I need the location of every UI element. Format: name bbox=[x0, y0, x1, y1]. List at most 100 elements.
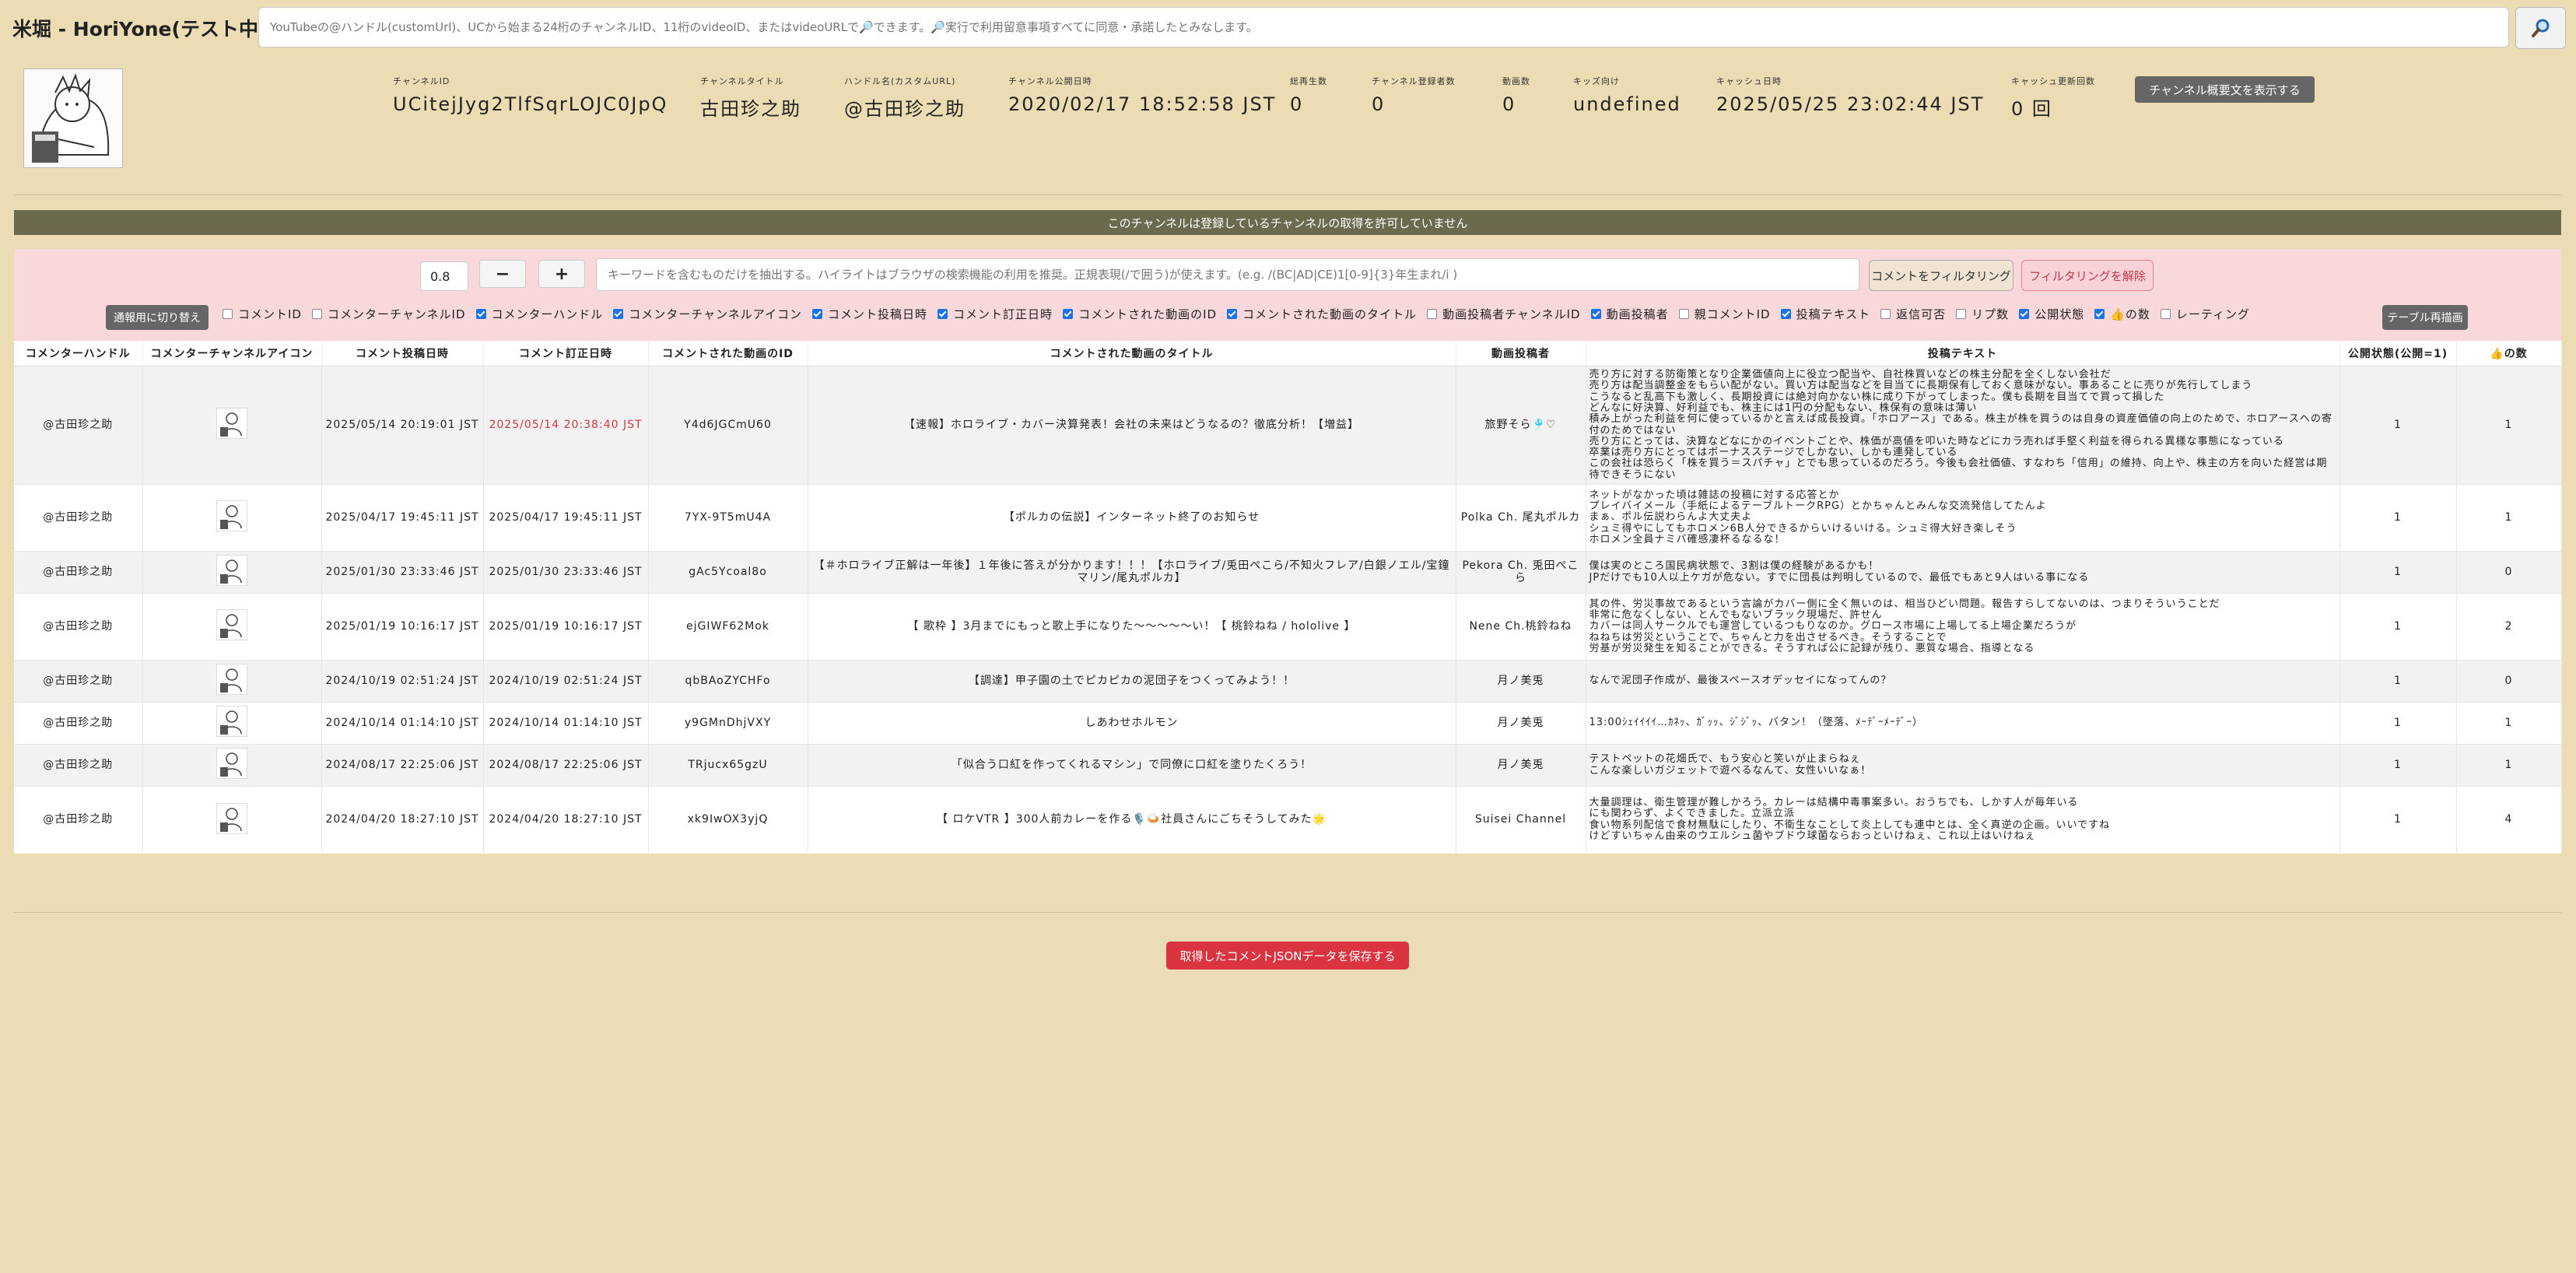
column-option[interactable]: コメント訂正日時 bbox=[938, 306, 1053, 322]
column-option[interactable]: 投稿テキスト bbox=[1780, 306, 1871, 322]
column-header[interactable]: 動画投稿者 bbox=[1456, 341, 1586, 366]
commenter-icon-cell bbox=[142, 702, 322, 745]
column-option-label: コメントされた動画のタイトル bbox=[1242, 307, 1418, 321]
increment-button[interactable]: + bbox=[538, 260, 585, 288]
column-option[interactable]: コメントされた動画のID bbox=[1063, 306, 1217, 322]
column-option[interactable]: 親コメントID bbox=[1678, 306, 1771, 322]
column-option-checkbox[interactable] bbox=[223, 308, 233, 319]
column-option-checkbox[interactable] bbox=[2160, 308, 2171, 319]
column-option-checkbox[interactable] bbox=[1590, 308, 1601, 319]
column-option-label: 投稿テキスト bbox=[1796, 307, 1871, 321]
filter-comments-button[interactable]: コメントをフィルタリング bbox=[1869, 260, 2013, 291]
column-header[interactable]: コメンターハンドル bbox=[14, 341, 143, 366]
column-header[interactable]: コメントされた動画のID bbox=[648, 341, 808, 366]
column-option-checkbox[interactable] bbox=[2094, 308, 2105, 319]
column-option[interactable]: 動画投稿者チャンネルID bbox=[1427, 306, 1581, 322]
post-text-cell: テストペットの花畑氏で、もう安心と笑いが止まらねぇ こんな楽しいガジェットで遊べ… bbox=[1586, 744, 2340, 787]
search-input[interactable] bbox=[258, 7, 2509, 47]
table-row: @古田珍之助 2025/05/14 20:19:01 JST 2025/05/14 … bbox=[14, 366, 2562, 485]
column-option[interactable]: コメント投稿日時 bbox=[812, 306, 927, 322]
likes-count-cell: 0 bbox=[2456, 660, 2562, 703]
commenter-avatar-icon bbox=[216, 609, 247, 641]
column-option-checkbox[interactable] bbox=[812, 308, 823, 319]
column-option-checkbox[interactable] bbox=[1780, 308, 1791, 319]
commenter-icon-cell bbox=[142, 786, 322, 854]
channel-subs-block: チャンネル登録者数 0 bbox=[1372, 75, 1456, 115]
column-option-checkbox[interactable] bbox=[2019, 308, 2030, 319]
column-header[interactable]: 投稿テキスト bbox=[1586, 341, 2340, 366]
likes-count-cell: 4 bbox=[2456, 786, 2562, 854]
plus-icon: + bbox=[554, 264, 570, 284]
column-option-label: コメンターチャンネルID bbox=[327, 307, 466, 321]
column-header[interactable]: 公開状態(公開=1) bbox=[2339, 341, 2457, 366]
table-row: @古田珍之助 2025/04/17 19:45:11 JST 2025/04/17 … bbox=[14, 484, 2562, 552]
column-option-checkbox[interactable] bbox=[1063, 308, 1074, 319]
column-option-checkbox[interactable] bbox=[1227, 308, 1238, 319]
column-header[interactable]: コメントされた動画のタイトル bbox=[808, 341, 1456, 366]
show-description-button[interactable]: チャンネル概要文を表示する bbox=[2135, 76, 2315, 103]
save-json-button[interactable]: 取得したコメントJSONデータを保存する bbox=[1166, 942, 1409, 970]
column-option[interactable]: 返信可否 bbox=[1880, 306, 1946, 322]
commenter-icon-cell bbox=[142, 366, 322, 485]
column-header[interactable]: コメント訂正日時 bbox=[483, 341, 649, 366]
column-option[interactable]: 公開状態 bbox=[2019, 306, 2084, 322]
commenter-avatar-icon bbox=[216, 408, 247, 440]
channel-handle-value: @古田珍之助 bbox=[844, 98, 966, 120]
column-option-checkbox[interactable] bbox=[311, 308, 322, 319]
search-button[interactable] bbox=[2515, 7, 2566, 49]
column-option[interactable]: リプ数 bbox=[1956, 306, 2009, 322]
table-body: @古田珍之助 2025/05/14 20:19:01 JST 2025/05/14 … bbox=[14, 366, 2562, 854]
channel-cache-count-value: 0 回 bbox=[2011, 98, 2052, 120]
column-option-label: 動画投稿者チャンネルID bbox=[1442, 307, 1581, 321]
column-option-checkbox[interactable] bbox=[613, 308, 624, 319]
column-option[interactable]: コメントされた動画のタイトル bbox=[1227, 306, 1417, 322]
channel-subs-value: 0 bbox=[1372, 93, 1386, 115]
column-option-checkbox[interactable] bbox=[1956, 308, 1967, 319]
post-text-cell: 13:00ｼｪｲｲｲｲ…ｶﾈｯ、ｶﾞｯｯ、ｼﾞｼﾞｯ、バタン！（墜落、ﾒｰﾃﾞｰ… bbox=[1586, 702, 2340, 745]
visibility-cell: 1 bbox=[2339, 786, 2457, 854]
redraw-table-button[interactable]: テーブル再描画 bbox=[2382, 305, 2468, 330]
uploader-cell: Suisei Channel bbox=[1456, 786, 1586, 854]
column-header[interactable]: コメンターチャンネルアイコン bbox=[142, 341, 322, 366]
video-id-cell: y9GMnDhjVXY bbox=[648, 702, 808, 745]
column-option[interactable]: コメンターチャンネルID bbox=[311, 306, 466, 322]
column-option-checkbox[interactable] bbox=[938, 308, 948, 319]
report-mode-toggle-button[interactable]: 通報用に切り替え bbox=[106, 305, 209, 330]
posted-date-cell: 2024/04/20 18:27:10 JST bbox=[321, 786, 484, 854]
post-text-cell: ネットがなかった頃は雑誌の投稿に対する応答とか プレイバイメール（手紙によるテー… bbox=[1586, 484, 2340, 552]
edited-date-cell: 2025/01/30 23:33:46 JST bbox=[483, 551, 649, 594]
decrement-button[interactable]: − bbox=[479, 260, 526, 288]
channel-id-value: UCitejJyg2TlfSqrLOJC0JpQ bbox=[393, 93, 668, 115]
commenter-handle-cell: @古田珍之助 bbox=[14, 786, 143, 854]
channel-views-label: 総再生数 bbox=[1290, 76, 1327, 86]
threshold-input[interactable]: 0.8 bbox=[420, 261, 468, 291]
column-option-label: コメント訂正日時 bbox=[953, 307, 1053, 321]
search-icon bbox=[2531, 19, 2549, 37]
column-option[interactable]: コメントID bbox=[223, 306, 302, 322]
clear-filter-button[interactable]: フィルタリングを解除 bbox=[2021, 260, 2154, 291]
column-option[interactable]: 👍の数 bbox=[2094, 306, 2150, 322]
commenter-icon-cell bbox=[142, 744, 322, 787]
channel-handle-block: ハンドル名(カスタムURL) @古田珍之助 bbox=[844, 75, 966, 121]
column-header[interactable]: 👍の数 bbox=[2456, 341, 2562, 366]
commenter-handle-cell: @古田珍之助 bbox=[14, 551, 143, 594]
channel-title-block: チャンネルタイトル 古田珍之助 bbox=[700, 75, 801, 121]
video-title-cell: 「似合う口紅を作ってくれるマシン」で同僚に口紅を塗りたくろう！ bbox=[808, 744, 1456, 787]
video-title-cell: 【速報】ホロライブ・カバー決算発表！会社の未来はどうなるの？徹底分析！【増益】 bbox=[808, 366, 1456, 485]
column-option-checkbox[interactable] bbox=[1678, 308, 1689, 319]
column-option[interactable]: コメンターハンドル bbox=[475, 306, 604, 322]
commenter-avatar-icon bbox=[216, 706, 247, 738]
column-option-checkbox[interactable] bbox=[475, 308, 486, 319]
column-option[interactable]: 動画投稿者 bbox=[1590, 306, 1669, 322]
uploader-cell: 月ノ美兎 bbox=[1456, 660, 1586, 703]
column-header[interactable]: コメント投稿日時 bbox=[321, 341, 484, 366]
comments-table: コメンターハンドル コメンターチャンネルアイコン コメント投稿日時 コメント訂正日時コ… bbox=[14, 341, 2562, 854]
column-option[interactable]: コメンターチャンネルアイコン bbox=[613, 306, 802, 322]
posted-date-cell: 2024/08/17 22:25:06 JST bbox=[321, 744, 484, 787]
column-option[interactable]: レーティング bbox=[2160, 306, 2250, 322]
column-option-checkbox[interactable] bbox=[1427, 308, 1438, 319]
video-title-cell: 【 ロケVTR 】300人前カレーを作る🎙️🍛社員さんにごちそうしてみた🌟 bbox=[808, 786, 1456, 854]
commenter-icon-cell bbox=[142, 660, 322, 703]
column-option-checkbox[interactable] bbox=[1880, 308, 1891, 319]
keyword-filter-input[interactable] bbox=[596, 258, 1859, 291]
